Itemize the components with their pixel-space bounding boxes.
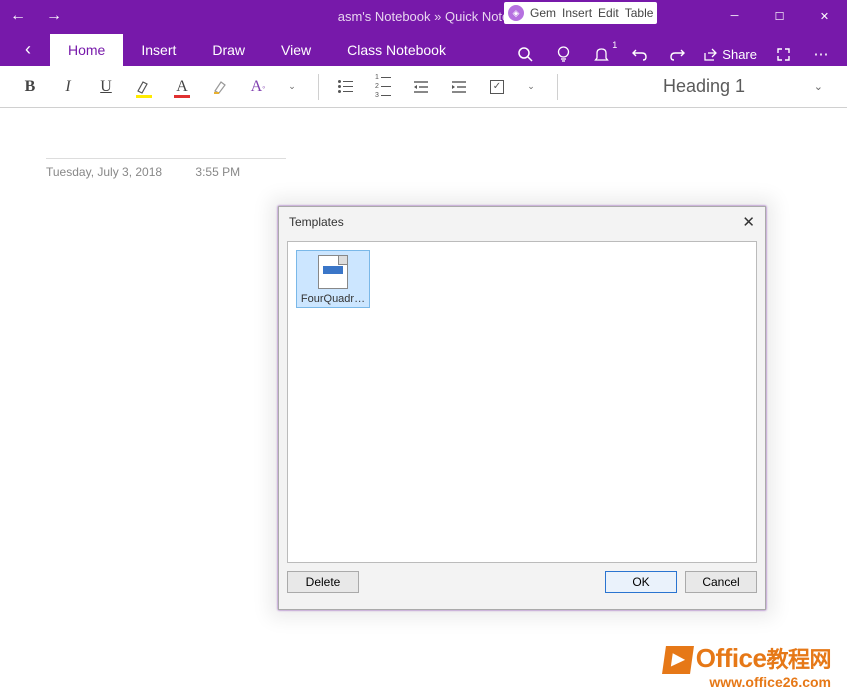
share-label: Share xyxy=(722,47,757,62)
separator xyxy=(557,74,558,100)
nav-forward-icon[interactable]: → xyxy=(36,0,72,32)
number-list-button[interactable]: 123 xyxy=(367,72,399,102)
minimize-button[interactable]: ─ xyxy=(712,0,757,32)
style-selector[interactable]: Heading 1 ⌄ xyxy=(653,72,833,102)
lightbulb-icon[interactable] xyxy=(551,42,575,66)
highlight-button[interactable] xyxy=(128,72,160,102)
outdent-button[interactable] xyxy=(405,72,437,102)
gem-menu-insert[interactable]: Insert xyxy=(562,6,592,20)
separator xyxy=(318,74,319,100)
template-item-label: FourQuadr… xyxy=(299,293,367,305)
tab-draw[interactable]: Draw xyxy=(194,34,263,66)
template-item[interactable]: FourQuadr… xyxy=(296,250,370,308)
dialog-buttons: Delete OK Cancel xyxy=(279,563,765,601)
watermark: ▶Office教程网 www.office26.com xyxy=(664,642,831,690)
formatting-toolbar: B I U A A◦ ⌄ 123 ✓ ⌄ Heading 1 ⌄ xyxy=(0,66,847,108)
indent-button[interactable] xyxy=(443,72,475,102)
notification-badge: 1 xyxy=(612,40,617,50)
bold-button[interactable]: B xyxy=(14,72,46,102)
page-metadata: Tuesday, July 3, 2018 3:55 PM xyxy=(46,158,286,179)
more-lists-icon[interactable]: ⌄ xyxy=(515,72,547,102)
gem-menu-gem[interactable]: Gem xyxy=(530,6,556,20)
notification-icon[interactable]: 1 xyxy=(589,42,613,66)
ribbon-tabs: ‹ Home Insert Draw View Class Notebook 1 xyxy=(0,32,847,66)
titlebar: ← → asm's Notebook » Quick Note ◈ Gem In… xyxy=(0,0,847,32)
ok-button[interactable]: OK xyxy=(605,571,677,593)
gem-toolbar: ◈ Gem Insert Edit Table xyxy=(504,2,657,24)
ribbon-back-icon[interactable]: ‹ xyxy=(6,32,50,66)
templates-list[interactable]: FourQuadr… xyxy=(287,241,757,563)
redo-icon[interactable] xyxy=(665,42,689,66)
dialog-titlebar[interactable]: Templates ✕ xyxy=(279,207,765,237)
gem-menu-table[interactable]: Table xyxy=(625,6,654,20)
template-file-icon xyxy=(318,255,348,289)
dialog-close-icon[interactable]: ✕ xyxy=(742,213,755,231)
window-title: asm's Notebook » Quick Note xyxy=(338,9,510,24)
nav-back-icon[interactable]: ← xyxy=(0,0,36,32)
bullet-list-button[interactable] xyxy=(329,72,361,102)
search-icon[interactable] xyxy=(513,42,537,66)
watermark-url: www.office26.com xyxy=(664,674,831,690)
todo-tag-button[interactable]: ✓ xyxy=(481,72,513,102)
clear-formatting-button[interactable] xyxy=(204,72,236,102)
more-icon[interactable]: ⋯ xyxy=(809,42,833,66)
italic-button[interactable]: I xyxy=(52,72,84,102)
tab-insert[interactable]: Insert xyxy=(123,34,194,66)
gem-menu-edit[interactable]: Edit xyxy=(598,6,619,20)
page-date: Tuesday, July 3, 2018 xyxy=(46,165,162,179)
font-color-button[interactable]: A xyxy=(166,72,198,102)
fullscreen-icon[interactable] xyxy=(771,42,795,66)
underline-button[interactable]: U xyxy=(90,72,122,102)
style-current: Heading 1 xyxy=(663,76,745,97)
page-time: 3:55 PM xyxy=(195,165,240,179)
chevron-down-icon: ⌄ xyxy=(814,80,823,93)
tab-class-notebook[interactable]: Class Notebook xyxy=(329,34,464,66)
delete-button[interactable]: Delete xyxy=(287,571,359,593)
undo-icon[interactable] xyxy=(627,42,651,66)
tab-view[interactable]: View xyxy=(263,34,329,66)
cancel-button[interactable]: Cancel xyxy=(685,571,757,593)
templates-dialog: Templates ✕ FourQuadr… Delete OK Cancel xyxy=(278,206,766,610)
more-formatting-icon[interactable]: ⌄ xyxy=(276,72,308,102)
close-button[interactable]: ✕ xyxy=(802,0,847,32)
dialog-title: Templates xyxy=(289,215,344,229)
format-painter-button[interactable]: A◦ xyxy=(242,72,274,102)
tab-home[interactable]: Home xyxy=(50,34,123,66)
watermark-brand: Office xyxy=(696,643,767,673)
share-button[interactable]: Share xyxy=(703,47,757,62)
watermark-logo-icon: ▶ xyxy=(662,646,694,674)
gem-icon[interactable]: ◈ xyxy=(508,5,524,21)
maximize-button[interactable]: ☐ xyxy=(757,0,802,32)
watermark-brand-cn: 教程网 xyxy=(766,647,831,672)
